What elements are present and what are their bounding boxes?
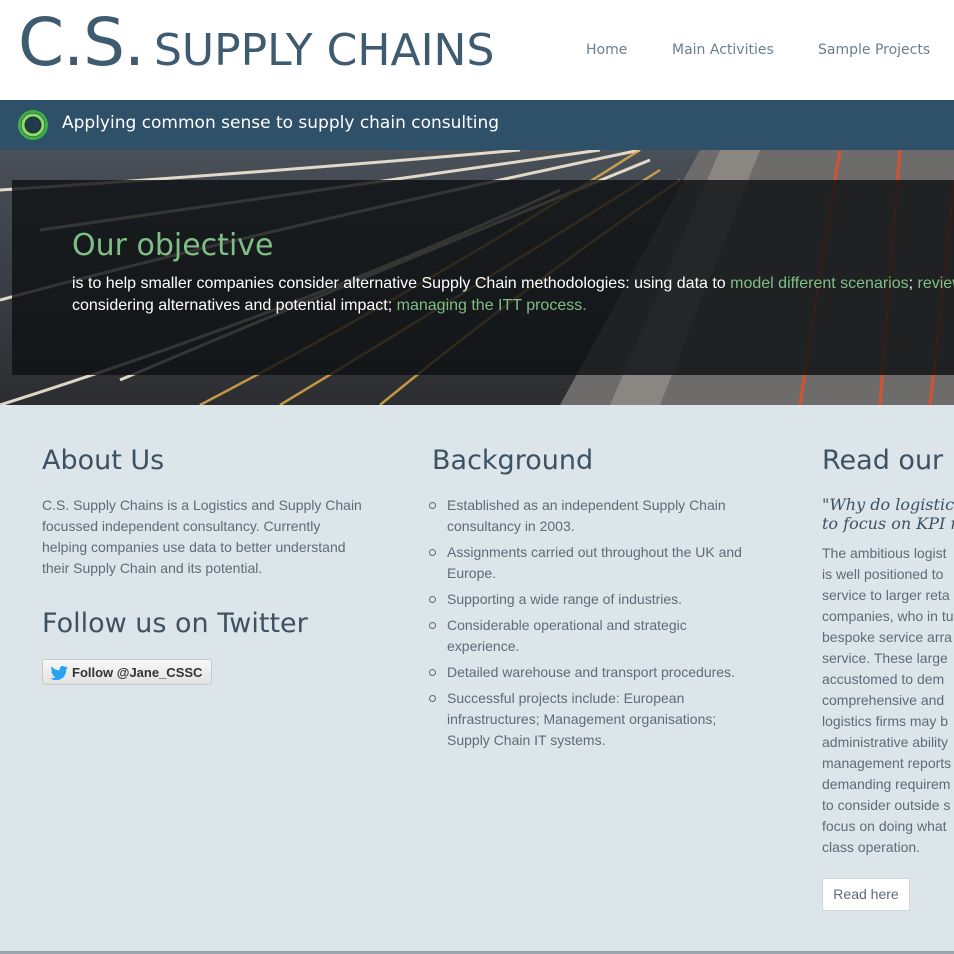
list-item: Successful projects include: European in… xyxy=(429,688,742,751)
objective-title: Our objective xyxy=(72,228,274,263)
about-text-line: C.S. Supply Chains is a Logistics and Su… xyxy=(42,497,362,513)
list-item-line: Established as an independent Supply Cha… xyxy=(447,497,726,513)
site-logo[interactable]: C.S. SUPPLY CHAINS xyxy=(18,4,494,81)
list-item-line: Successful projects include: European xyxy=(447,690,685,706)
excerpt-line: demanding requirem xyxy=(822,776,951,792)
about-text-line: focussed independent consultancy. Curren… xyxy=(42,518,321,534)
objective-text-line-1: is to help smaller companies consider al… xyxy=(72,275,954,293)
about-text: C.S. Supply Chains is a Logistics and Su… xyxy=(42,495,362,579)
background-heading: Background xyxy=(432,445,594,476)
excerpt-line: class operation. xyxy=(822,839,921,855)
quote-line: "Why do logistics xyxy=(822,495,954,514)
list-item-line: Considerable operational and strategic xyxy=(447,617,687,633)
objective-text: is to help smaller companies consider al… xyxy=(72,275,731,292)
objective-text: considering alternatives and potential i… xyxy=(72,297,397,314)
list-item: Established as an independent Supply Cha… xyxy=(429,495,742,537)
tagline-text: Applying common sense to supply chain co… xyxy=(62,113,500,133)
excerpt-line: administrative ability xyxy=(822,734,949,750)
twitter-heading: Follow us on Twitter xyxy=(42,608,308,639)
excerpt-line: to consider outside s xyxy=(822,797,951,813)
about-text-line: their Supply Chain and its potential. xyxy=(42,560,263,576)
excerpt-line: service. These large xyxy=(822,650,948,666)
excerpt-line: service to larger reta xyxy=(822,587,950,603)
read-here-button[interactable]: Read here xyxy=(822,878,910,911)
excerpt-line: bespoke service arra xyxy=(822,629,952,645)
green-ring-icon xyxy=(18,110,48,140)
excerpt-line: logistics firms may b xyxy=(822,713,949,729)
list-item: Considerable operational and strategic e… xyxy=(429,615,742,657)
logo-initials: C.S. xyxy=(18,4,145,81)
latest-heading: Read our la xyxy=(822,445,954,476)
twitter-bird-icon xyxy=(50,666,68,680)
excerpt-line: comprehensive and xyxy=(822,692,945,708)
list-item-line: Supporting a wide range of industries. xyxy=(447,591,683,607)
objective-separator: ; xyxy=(908,275,918,292)
logo-name: SUPPLY CHAINS xyxy=(153,25,495,76)
about-text-line: helping companies use data to better und… xyxy=(42,539,346,555)
excerpt-line: The ambitious logist xyxy=(822,545,947,561)
excerpt-line: focus on doing what xyxy=(822,818,947,834)
objective-text-line-2: considering alternatives and potential i… xyxy=(72,297,587,315)
list-item: Assignments carried out throughout the U… xyxy=(429,542,742,584)
excerpt-line: companies, who in tu xyxy=(822,608,954,624)
follow-button-label: Follow @Jane_CSSC xyxy=(72,665,203,680)
itt-process-link[interactable]: managing the ITT process xyxy=(397,297,583,314)
nav-home[interactable]: Home xyxy=(586,42,627,58)
list-item-line: infrastructures; Management organisation… xyxy=(447,711,717,727)
list-item: Supporting a wide range of industries. xyxy=(429,589,742,610)
quote-line: to focus on KPI re xyxy=(822,514,954,533)
latest-excerpt: The ambitious logist is well positioned … xyxy=(822,543,954,858)
nav-main-activities[interactable]: Main Activities xyxy=(672,42,774,58)
list-item: Detailed warehouse and transport procedu… xyxy=(429,662,742,683)
about-heading: About Us xyxy=(42,445,165,476)
nav-sample-projects[interactable]: Sample Projects xyxy=(818,42,930,58)
objective-period: . xyxy=(582,297,587,314)
latest-quote[interactable]: "Why do logistics to focus on KPI re xyxy=(822,495,954,533)
list-item-line: Detailed warehouse and transport procedu… xyxy=(447,664,735,680)
excerpt-line: management reports xyxy=(822,755,952,771)
excerpt-line: accustomed to dem xyxy=(822,671,945,687)
list-item-line: Supply Chain IT systems. xyxy=(447,732,606,748)
list-item-line: Europe. xyxy=(447,565,497,581)
background-list: Established as an independent Supply Cha… xyxy=(429,495,742,756)
list-item-line: consultancy in 2003. xyxy=(447,518,575,534)
list-item-line: Assignments carried out throughout the U… xyxy=(447,544,742,560)
review-link[interactable]: review xyxy=(918,275,954,292)
list-item-line: experience. xyxy=(447,638,520,654)
excerpt-line: is well positioned to xyxy=(822,566,944,582)
site-header: C.S. SUPPLY CHAINS Home Main Activities S… xyxy=(0,0,954,100)
twitter-follow-button[interactable]: Follow @Jane_CSSC xyxy=(42,659,212,685)
model-scenarios-link[interactable]: model different scenarios xyxy=(730,275,908,292)
